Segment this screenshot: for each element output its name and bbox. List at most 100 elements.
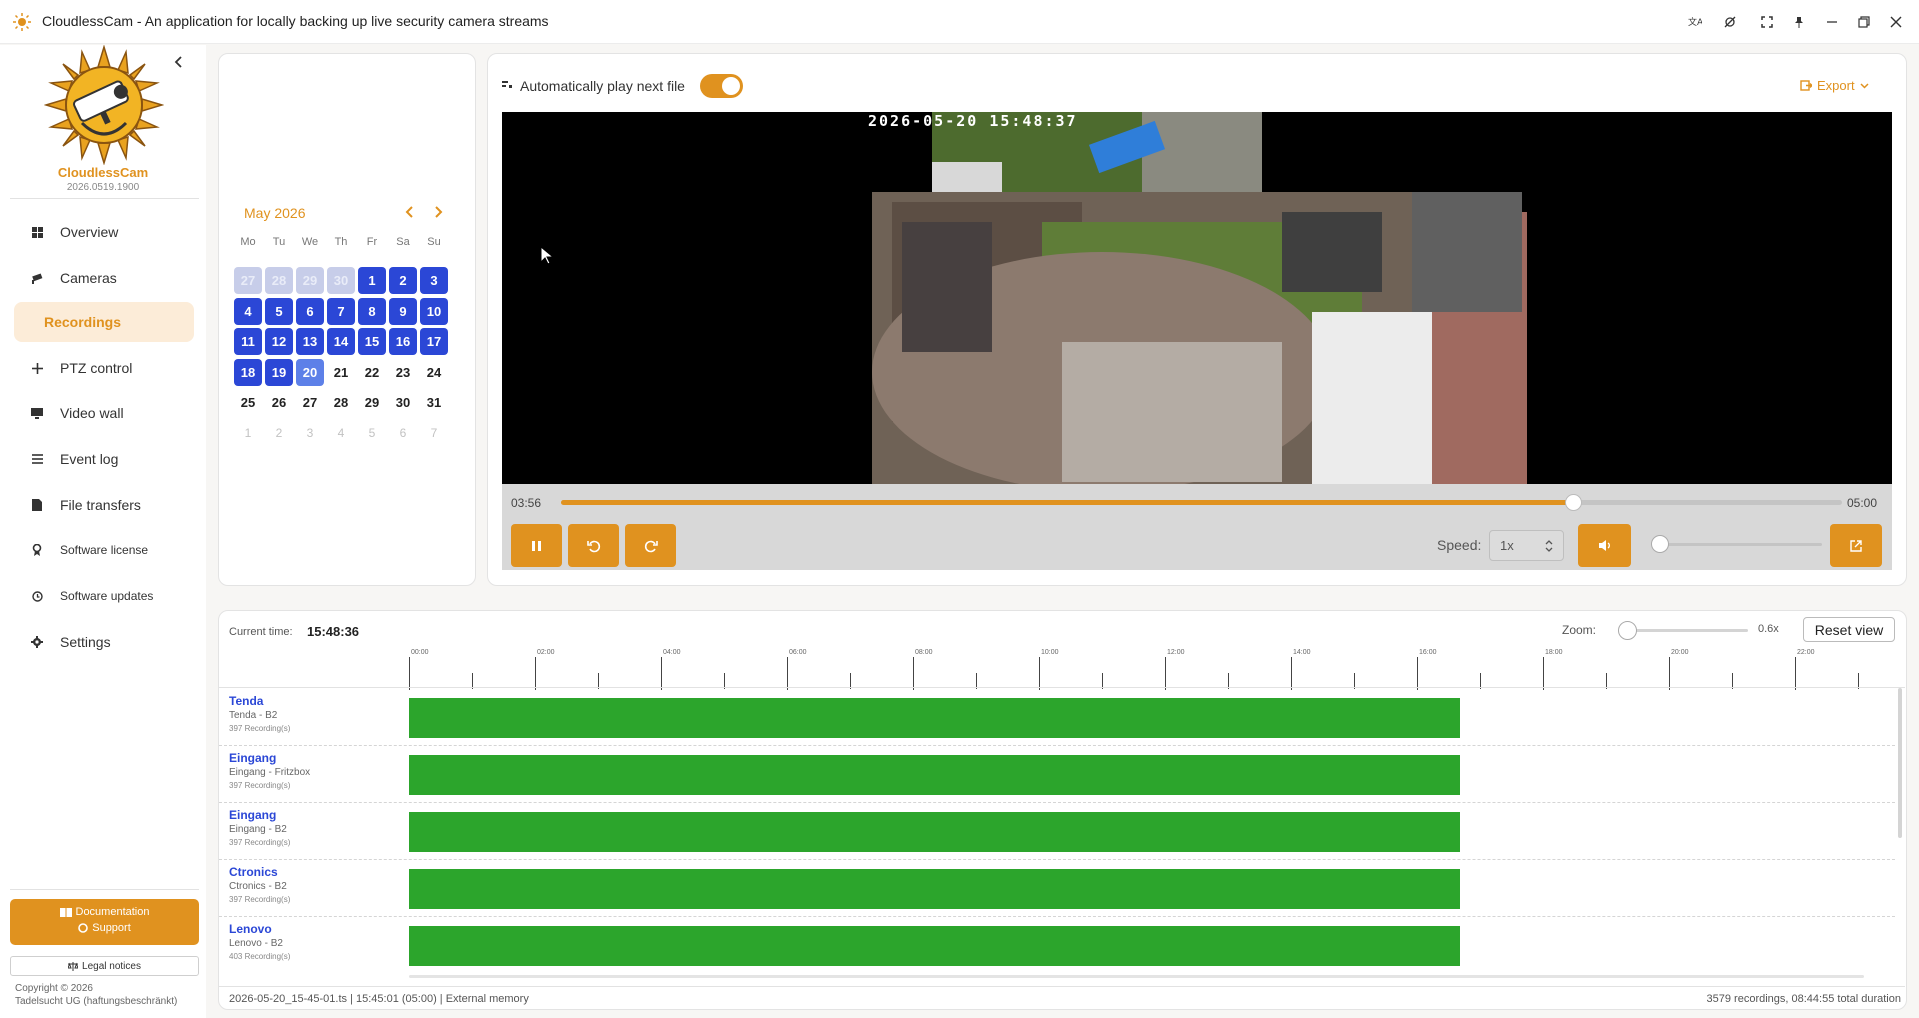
camera-name[interactable]: Ctronics: [229, 865, 278, 879]
sidebar-item-overview[interactable]: Overview: [14, 212, 194, 252]
next-month-icon[interactable]: [431, 205, 445, 219]
calendar-day[interactable]: 18: [234, 358, 262, 386]
calendar-day[interactable]: 29: [296, 267, 324, 294]
timeline-scrollbar[interactable]: [1898, 688, 1902, 838]
speed-label: Speed:: [1437, 537, 1482, 553]
calendar-day[interactable]: 5: [358, 420, 386, 447]
calendar-day[interactable]: 31: [420, 389, 448, 416]
mute-button[interactable]: [1578, 524, 1631, 567]
export-button[interactable]: Export: [1800, 78, 1869, 93]
prev-month-icon[interactable]: [403, 205, 417, 219]
calendar-day[interactable]: 1: [358, 267, 386, 294]
calendar-day[interactable]: 1: [234, 420, 262, 447]
sidebar-item-software-license[interactable]: Software license: [14, 530, 194, 570]
theme-toggle-icon[interactable]: [1719, 11, 1741, 33]
progress-track[interactable]: [561, 494, 1842, 511]
pause-button[interactable]: [511, 524, 562, 567]
sidebar-item-file-transfers[interactable]: File transfers: [14, 485, 194, 525]
recording-bar[interactable]: [409, 869, 1460, 909]
restore-icon[interactable]: [1853, 11, 1875, 33]
calendar-day[interactable]: 29: [358, 389, 386, 416]
recording-bar[interactable]: [409, 926, 1460, 966]
calendar-day-selected[interactable]: 20: [296, 358, 324, 386]
zoom-handle[interactable]: [1618, 621, 1637, 640]
file-icon: [14, 499, 60, 511]
calendar-day[interactable]: 13: [296, 328, 324, 355]
calendar-day[interactable]: 16: [389, 328, 417, 355]
calendar-day[interactable]: 25: [234, 389, 262, 416]
documentation-support-button[interactable]: Documentation Support: [10, 899, 199, 945]
calendar-day[interactable]: 26: [265, 389, 293, 416]
calendar-day[interactable]: 14: [327, 328, 355, 355]
sidebar-item-cameras[interactable]: Cameras: [14, 258, 194, 298]
calendar-day[interactable]: 12: [265, 328, 293, 355]
speed-select[interactable]: 1x: [1489, 530, 1564, 561]
volume-handle[interactable]: [1651, 535, 1669, 553]
camera-name[interactable]: Tenda: [229, 694, 263, 708]
sidebar-item-settings[interactable]: Settings: [14, 622, 194, 662]
camera-name[interactable]: Eingang: [229, 751, 276, 765]
close-icon[interactable]: [1885, 11, 1907, 33]
calendar-day[interactable]: 4: [327, 420, 355, 447]
calendar-day[interactable]: 5: [265, 297, 293, 325]
calendar-day[interactable]: 22: [358, 359, 386, 386]
calendar-day[interactable]: 30: [327, 267, 355, 294]
sidebar-item-video-wall[interactable]: Video wall: [14, 393, 194, 433]
rewind-10-button[interactable]: [568, 524, 619, 567]
license-icon: [14, 544, 60, 556]
calendar-day[interactable]: 30: [389, 389, 417, 416]
reset-view-button[interactable]: Reset view: [1803, 617, 1895, 642]
calendar-day[interactable]: 2: [389, 267, 417, 294]
timeline-hscrollbar[interactable]: [409, 975, 1864, 978]
progress-handle[interactable]: [1564, 494, 1582, 511]
sidebar-item-ptz-control[interactable]: PTZ control: [14, 348, 194, 388]
calendar-day[interactable]: 4: [234, 297, 262, 325]
pin-icon[interactable]: [1788, 11, 1810, 33]
translate-icon[interactable]: 文A: [1684, 11, 1706, 33]
calendar-day[interactable]: 11: [234, 328, 262, 355]
camera-name[interactable]: Eingang: [229, 808, 276, 822]
export-label: Export: [1817, 78, 1855, 93]
calendar-day[interactable]: 28: [327, 389, 355, 416]
fullscreen-icon[interactable]: [1756, 11, 1778, 33]
calendar-day[interactable]: 10: [420, 297, 448, 325]
sidebar-item-event-log[interactable]: Event log: [14, 439, 194, 479]
brand-name: CloudlessCam: [57, 165, 149, 180]
volume-slider[interactable]: [1651, 535, 1822, 553]
list-icon: [14, 454, 60, 464]
collapse-sidebar-icon[interactable]: [172, 55, 186, 69]
calendar-day[interactable]: 19: [265, 358, 293, 386]
minimize-icon[interactable]: [1821, 11, 1843, 33]
camera-name[interactable]: Lenovo: [229, 922, 272, 936]
sidebar-item-software-updates[interactable]: Software updates: [14, 576, 194, 616]
calendar-day[interactable]: 8: [358, 297, 386, 325]
recording-bar[interactable]: [409, 698, 1460, 738]
open-external-button[interactable]: [1830, 524, 1882, 567]
calendar-day[interactable]: 3: [420, 267, 448, 294]
recording-bar[interactable]: [409, 812, 1460, 852]
calendar-day[interactable]: 28: [265, 267, 293, 294]
calendar-day[interactable]: 24: [420, 359, 448, 386]
app-title: CloudlessCam - An application for locall…: [42, 13, 549, 29]
autoplay-toggle[interactable]: [700, 74, 743, 98]
calendar-day[interactable]: 7: [327, 297, 355, 325]
calendar-day[interactable]: 15: [358, 328, 386, 355]
calendar-day[interactable]: 9: [389, 297, 417, 325]
legal-notices-button[interactable]: Legal notices: [10, 956, 199, 976]
calendar-day[interactable]: 2: [265, 420, 293, 447]
calendar-day[interactable]: 21: [327, 359, 355, 386]
calendar-day[interactable]: 27: [234, 267, 262, 294]
sidebar-item-recordings[interactable]: Recordings: [14, 302, 194, 342]
zoom-slider[interactable]: [1618, 621, 1748, 640]
calendar-day[interactable]: 6: [389, 420, 417, 447]
recording-bar[interactable]: [409, 755, 1460, 795]
calendar-day[interactable]: 27: [296, 389, 324, 416]
video-frame[interactable]: 2026-05-20 15:48:37: [502, 112, 1892, 484]
calendar-day[interactable]: 23: [389, 359, 417, 386]
calendar-day[interactable]: 3: [296, 420, 324, 447]
forward-10-button[interactable]: [625, 524, 676, 567]
calendar-day[interactable]: 17: [420, 328, 448, 355]
brand-logo: [44, 45, 164, 165]
calendar-day[interactable]: 7: [420, 420, 448, 447]
calendar-day[interactable]: 6: [296, 297, 324, 325]
